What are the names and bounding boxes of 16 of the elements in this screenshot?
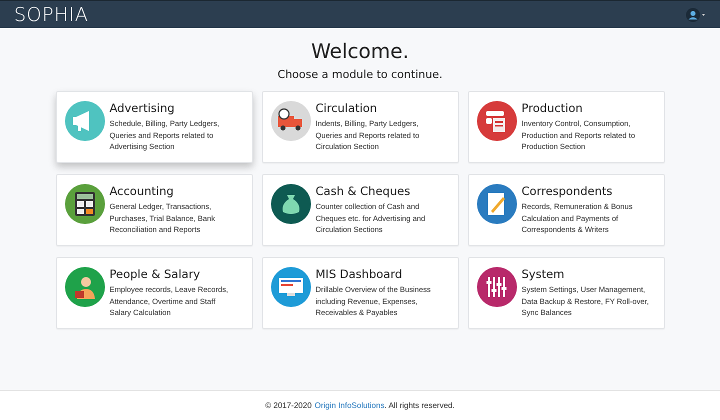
welcome-heading: Welcome.	[311, 39, 409, 63]
company-link[interactable]: Origin InfoSolutions	[314, 401, 384, 410]
module-title: MIS Dashboard	[316, 267, 404, 281]
module-title: Advertising	[110, 101, 176, 115]
module-title: System	[522, 267, 566, 281]
welcome-subtitle: Choose a module to continue.	[278, 68, 442, 81]
module-title: Production	[522, 101, 584, 115]
module-title: People & Salary	[110, 267, 202, 281]
user-menu-button[interactable]	[686, 8, 706, 22]
module-title: Circulation	[316, 101, 378, 115]
brand-logo: SOPHIA	[14, 4, 88, 26]
copyright-text: © 2017-2020	[265, 401, 312, 410]
module-title: Accounting	[110, 184, 175, 198]
module-title: Correspondents	[522, 184, 614, 198]
rights-text: . All rights reserved.	[384, 401, 455, 410]
module-title: Cash & Cheques	[316, 184, 412, 198]
